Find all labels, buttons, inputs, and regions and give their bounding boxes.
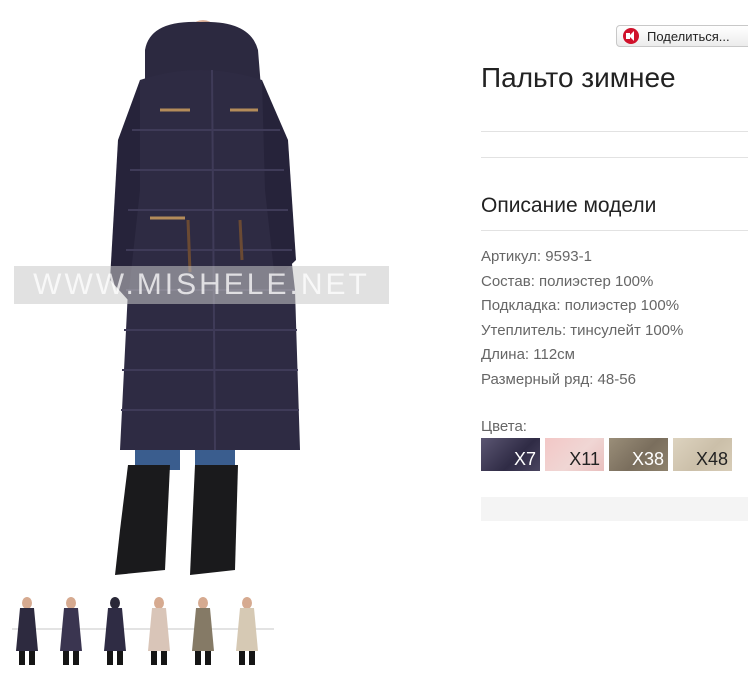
spec-list: Артикул: 9593-1 Состав: полиэстер 100% П… — [481, 245, 683, 392]
color-swatch-x38[interactable]: X38 — [609, 438, 668, 471]
thumbnail-strip — [12, 596, 262, 666]
divider-2 — [481, 157, 748, 158]
thumbnail-5[interactable] — [188, 596, 218, 666]
swatch-label: X38 — [631, 449, 664, 469]
spec-insulation: Утеплитель: тинсулейт 100% — [481, 321, 684, 339]
share-speaker-icon — [623, 28, 639, 44]
color-swatch-x7[interactable]: X7 — [481, 438, 540, 471]
thumbnail-3[interactable] — [100, 596, 130, 666]
spec-lining: Подкладка: полиэстер 100% — [481, 297, 680, 314]
spec-size-range: Размерный ряд: 48-56 — [481, 370, 636, 388]
color-swatch-x11[interactable]: X11 — [545, 438, 604, 471]
swatch-label: X11 — [569, 449, 600, 469]
spec-length: Длина: 112см — [481, 346, 575, 363]
thumbnail-4[interactable] — [144, 596, 174, 666]
colors-label: Цвета: — [481, 418, 527, 435]
thumbnail-1[interactable] — [12, 596, 42, 666]
swatch-label: X7 — [513, 449, 536, 469]
swatch-label: X48 — [695, 449, 728, 469]
watermark-text: WWW.MISHELE.NET — [33, 268, 370, 301]
description-heading: Описание модели — [481, 194, 657, 217]
share-button-label: Поделиться... — [647, 28, 730, 44]
divider-3 — [481, 230, 748, 231]
info-panel — [481, 497, 748, 521]
share-button[interactable]: Поделиться... — [616, 25, 748, 47]
spec-composition: Состав: полиэстер 100% — [481, 272, 654, 290]
color-swatches: X7 X11 X38 X48 — [481, 438, 732, 471]
color-swatch-x48[interactable]: X48 — [673, 438, 732, 471]
spec-article: Артикул: 9593-1 — [481, 248, 592, 265]
thumbnail-2[interactable] — [56, 596, 86, 666]
thumbnail-6[interactable] — [232, 596, 262, 666]
divider-1 — [481, 131, 748, 132]
product-title: Пальто зимнее — [481, 62, 676, 93]
